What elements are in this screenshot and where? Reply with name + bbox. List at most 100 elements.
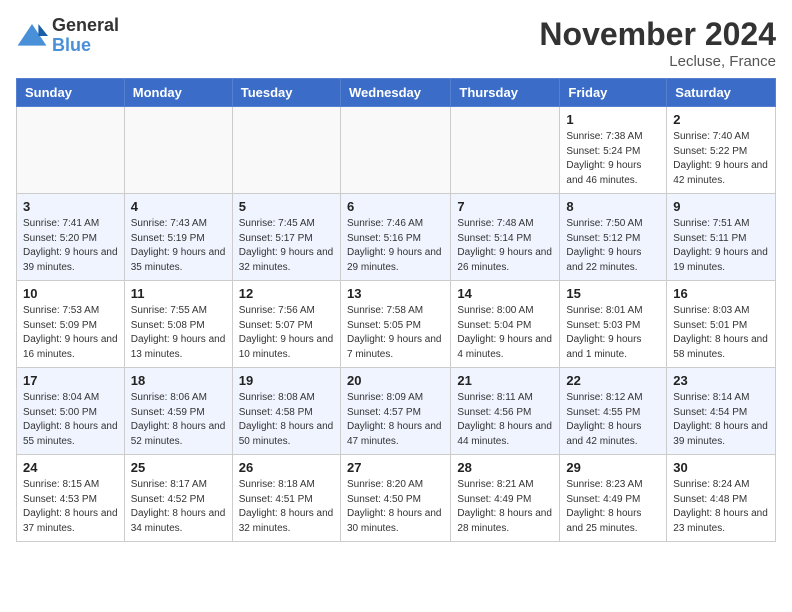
calendar-cell — [232, 107, 340, 194]
day-number: 10 — [23, 286, 118, 301]
calendar-cell: 3 Sunrise: 7:41 AMSunset: 5:20 PMDaylight… — [17, 194, 125, 281]
calendar-cell: 15Sunrise: 8:01 AMSunset: 5:03 PMDayligh… — [560, 281, 667, 368]
calendar-header-friday: Friday — [560, 79, 667, 107]
calendar-cell: 23 Sunrise: 8:14 AMSunset: 4:54 PMDayligh… — [667, 368, 776, 455]
day-info: Sunrise: 8:17 AMSunset: 4:52 PMDaylight:… — [131, 478, 226, 536]
calendar-cell: 7 Sunrise: 7:48 AMSunset: 5:14 PMDaylight… — [451, 194, 560, 281]
calendar-week-4: 17 Sunrise: 8:04 AMSunset: 5:00 PMDayligh… — [17, 368, 776, 455]
page-header: General Blue November 2024 Lecluse, Fran… — [16, 16, 776, 70]
calendar-header-tuesday: Tuesday — [232, 79, 340, 107]
day-number: 7 — [457, 199, 553, 214]
day-number: 16 — [673, 286, 769, 301]
day-number: 9 — [673, 199, 769, 214]
day-info: Sunrise: 8:23 AMSunset: 4:49 PMDaylight:… — [566, 478, 660, 536]
calendar-cell: 17 Sunrise: 8:04 AMSunset: 5:00 PMDayligh… — [17, 368, 125, 455]
day-info: Sunrise: 8:01 AMSunset: 5:03 PMDaylight:… — [566, 304, 660, 362]
day-number: 24 — [23, 460, 118, 475]
calendar-cell: 24 Sunrise: 8:15 AMSunset: 4:53 PMDayligh… — [17, 455, 125, 542]
day-info: Sunrise: 8:12 AMSunset: 4:55 PMDaylight:… — [566, 391, 660, 449]
day-number: 17 — [23, 373, 118, 388]
calendar-cell: 5Sunrise: 7:45 AMSunset: 5:17 PMDaylight… — [232, 194, 340, 281]
calendar-cell: 16 Sunrise: 8:03 AMSunset: 5:01 PMDayligh… — [667, 281, 776, 368]
day-info: Sunrise: 7:48 AMSunset: 5:14 PMDaylight:… — [457, 217, 553, 275]
calendar-week-2: 3 Sunrise: 7:41 AMSunset: 5:20 PMDaylight… — [17, 194, 776, 281]
day-number: 27 — [347, 460, 444, 475]
calendar-cell: 9 Sunrise: 7:51 AMSunset: 5:11 PMDaylight… — [667, 194, 776, 281]
calendar-cell: 12Sunrise: 7:56 AMSunset: 5:07 PMDayligh… — [232, 281, 340, 368]
calendar-cell: 4Sunrise: 7:43 AMSunset: 5:19 PMDaylight… — [124, 194, 232, 281]
day-info: Sunrise: 7:50 AMSunset: 5:12 PMDaylight:… — [566, 217, 660, 275]
day-number: 29 — [566, 460, 660, 475]
calendar-cell: 8 Sunrise: 7:50 AMSunset: 5:12 PMDaylight… — [560, 194, 667, 281]
day-number: 1 — [566, 112, 660, 127]
calendar-cell: 29 Sunrise: 8:23 AMSunset: 4:49 PMDayligh… — [560, 455, 667, 542]
calendar-header-sunday: Sunday — [17, 79, 125, 107]
day-number: 26 — [239, 460, 334, 475]
day-info: Sunrise: 7:53 AMSunset: 5:09 PMDaylight:… — [23, 304, 118, 362]
day-number: 30 — [673, 460, 769, 475]
day-number: 22 — [566, 373, 660, 388]
day-number: 13 — [347, 286, 444, 301]
day-info: Sunrise: 7:41 AMSunset: 5:20 PMDaylight:… — [23, 217, 118, 275]
day-info: Sunrise: 7:46 AMSunset: 5:16 PMDaylight:… — [347, 217, 444, 275]
calendar-cell: 22 Sunrise: 8:12 AMSunset: 4:55 PMDayligh… — [560, 368, 667, 455]
calendar-cell: 14 Sunrise: 8:00 AMSunset: 5:04 PMDayligh… — [451, 281, 560, 368]
day-info: Sunrise: 8:21 AMSunset: 4:49 PMDaylight:… — [457, 478, 553, 536]
day-info: Sunrise: 7:40 AMSunset: 5:22 PMDaylight:… — [673, 130, 769, 188]
calendar-cell: 2Sunrise: 7:40 AMSunset: 5:22 PMDaylight… — [667, 107, 776, 194]
day-info: Sunrise: 7:43 AMSunset: 5:19 PMDaylight:… — [131, 217, 226, 275]
day-info: Sunrise: 8:18 AMSunset: 4:51 PMDaylight:… — [239, 478, 334, 536]
calendar-week-5: 24 Sunrise: 8:15 AMSunset: 4:53 PMDayligh… — [17, 455, 776, 542]
calendar-table: SundayMondayTuesdayWednesdayThursdayFrid… — [16, 78, 776, 542]
day-info: Sunrise: 8:14 AMSunset: 4:54 PMDaylight:… — [673, 391, 769, 449]
day-info: Sunrise: 8:00 AMSunset: 5:04 PMDaylight:… — [457, 304, 553, 362]
day-info: Sunrise: 7:55 AMSunset: 5:08 PMDaylight:… — [131, 304, 226, 362]
calendar-cell: 21Sunrise: 8:11 AMSunset: 4:56 PMDayligh… — [451, 368, 560, 455]
calendar-cell — [124, 107, 232, 194]
day-number: 28 — [457, 460, 553, 475]
day-info: Sunrise: 7:56 AMSunset: 5:07 PMDaylight:… — [239, 304, 334, 362]
calendar-cell: 27 Sunrise: 8:20 AMSunset: 4:50 PMDayligh… — [340, 455, 450, 542]
day-info: Sunrise: 8:20 AMSunset: 4:50 PMDaylight:… — [347, 478, 444, 536]
day-number: 6 — [347, 199, 444, 214]
month-title: November 2024 — [539, 16, 776, 53]
day-info: Sunrise: 8:03 AMSunset: 5:01 PMDaylight:… — [673, 304, 769, 362]
calendar-cell: 18Sunrise: 8:06 AMSunset: 4:59 PMDayligh… — [124, 368, 232, 455]
logo-general: General — [52, 16, 119, 36]
day-info: Sunrise: 8:04 AMSunset: 5:00 PMDaylight:… — [23, 391, 118, 449]
calendar-cell — [340, 107, 450, 194]
day-number: 23 — [673, 373, 769, 388]
day-info: Sunrise: 8:15 AMSunset: 4:53 PMDaylight:… — [23, 478, 118, 536]
calendar-header-thursday: Thursday — [451, 79, 560, 107]
calendar-cell: 6 Sunrise: 7:46 AMSunset: 5:16 PMDaylight… — [340, 194, 450, 281]
calendar-cell: 11 Sunrise: 7:55 AMSunset: 5:08 PMDayligh… — [124, 281, 232, 368]
day-info: Sunrise: 8:08 AMSunset: 4:58 PMDaylight:… — [239, 391, 334, 449]
calendar-cell: 1Sunrise: 7:38 AMSunset: 5:24 PMDaylight… — [560, 107, 667, 194]
day-number: 14 — [457, 286, 553, 301]
day-number: 3 — [23, 199, 118, 214]
calendar-cell: 10 Sunrise: 7:53 AMSunset: 5:09 PMDayligh… — [17, 281, 125, 368]
calendar-cell: 13Sunrise: 7:58 AMSunset: 5:05 PMDayligh… — [340, 281, 450, 368]
calendar-cell — [17, 107, 125, 194]
calendar-cell — [451, 107, 560, 194]
calendar-cell: 26 Sunrise: 8:18 AMSunset: 4:51 PMDayligh… — [232, 455, 340, 542]
logo-icon — [16, 20, 48, 52]
calendar-cell: 20Sunrise: 8:09 AMSunset: 4:57 PMDayligh… — [340, 368, 450, 455]
day-number: 19 — [239, 373, 334, 388]
day-info: Sunrise: 8:11 AMSunset: 4:56 PMDaylight:… — [457, 391, 553, 449]
calendar-cell: 19 Sunrise: 8:08 AMSunset: 4:58 PMDayligh… — [232, 368, 340, 455]
day-number: 11 — [131, 286, 226, 301]
calendar-header-wednesday: Wednesday — [340, 79, 450, 107]
day-number: 8 — [566, 199, 660, 214]
calendar-header-monday: Monday — [124, 79, 232, 107]
logo-blue: Blue — [52, 36, 119, 56]
calendar-cell: 28 Sunrise: 8:21 AMSunset: 4:49 PMDayligh… — [451, 455, 560, 542]
day-number: 25 — [131, 460, 226, 475]
day-number: 5 — [239, 199, 334, 214]
calendar-header-row: SundayMondayTuesdayWednesdayThursdayFrid… — [17, 79, 776, 107]
calendar-cell: 30 Sunrise: 8:24 AMSunset: 4:48 PMDayligh… — [667, 455, 776, 542]
day-info: Sunrise: 8:24 AMSunset: 4:48 PMDaylight:… — [673, 478, 769, 536]
calendar-week-1: 1Sunrise: 7:38 AMSunset: 5:24 PMDaylight… — [17, 107, 776, 194]
day-number: 20 — [347, 373, 444, 388]
day-info: Sunrise: 7:51 AMSunset: 5:11 PMDaylight:… — [673, 217, 769, 275]
